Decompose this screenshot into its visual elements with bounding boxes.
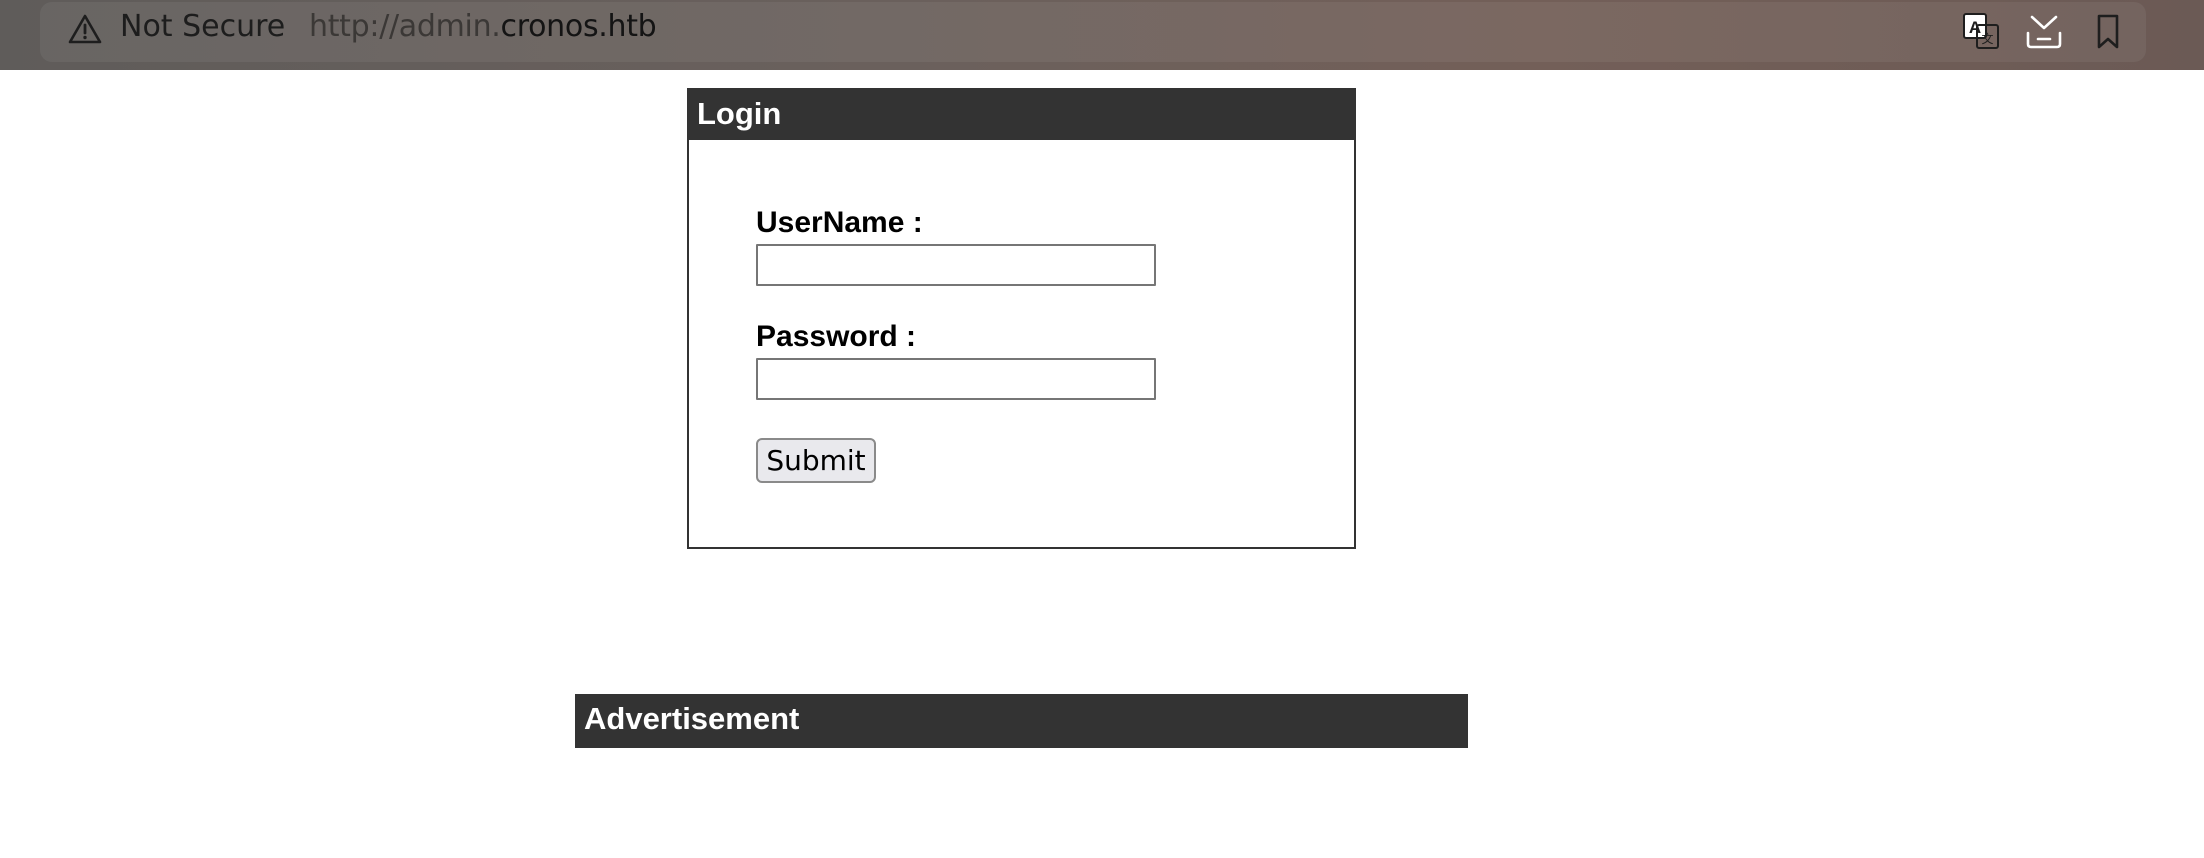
translate-icon[interactable]: A 文: [1961, 11, 2001, 51]
url-prefix: http://admin.: [309, 9, 501, 44]
login-title: Login: [697, 96, 782, 131]
login-panel-header: Login: [689, 90, 1354, 140]
security-status-label[interactable]: Not Secure: [120, 9, 285, 44]
url-host: cronos.htb: [500, 9, 657, 44]
password-label: Password :: [756, 320, 917, 353]
browser-toolbar: Not Secure http://admin.cronos.htb A 文: [0, 0, 2204, 70]
username-input[interactable]: [756, 244, 1156, 286]
password-input[interactable]: [756, 358, 1156, 400]
username-label: UserName :: [756, 206, 923, 239]
svg-text:文: 文: [1981, 31, 1993, 46]
advertisement-title: Advertisement: [584, 701, 800, 736]
bookmark-icon[interactable]: [2088, 11, 2128, 51]
login-panel: Login UserName : Password : Submit: [687, 88, 1356, 549]
advertisement-header: Advertisement: [575, 694, 1468, 748]
url-text[interactable]: http://admin.cronos.htb: [309, 9, 657, 44]
download-icon[interactable]: [2024, 11, 2064, 51]
svg-text:A: A: [1969, 18, 1981, 37]
submit-button[interactable]: Submit: [756, 438, 876, 483]
warning-icon[interactable]: [68, 13, 102, 45]
